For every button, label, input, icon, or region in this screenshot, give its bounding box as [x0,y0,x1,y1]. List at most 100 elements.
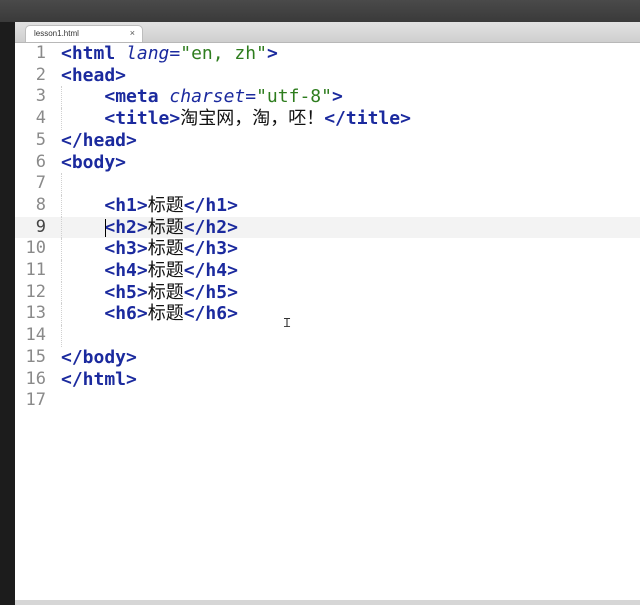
code-text: <meta charset="utf-8"> [61,86,343,108]
code-editor[interactable]: 1 <html lang="en, zh"> 2 <head> 3 <meta char… [15,43,640,600]
code-token: <meta [104,86,159,108]
code-line[interactable]: 3 <meta charset="utf-8"> [15,86,640,109]
code-token: > [331,86,343,108]
code-token: <head> [61,64,127,86]
code-line[interactable]: 7 [15,173,640,195]
code-token: = [245,86,257,108]
code-token: <html [61,43,116,64]
code-token: </h2> [183,216,238,238]
status-bar [15,600,640,605]
code-token: <h5> [104,281,148,303]
code-token: <body> [61,151,127,173]
code-line[interactable]: 4 <title>淘宝网，淘，呸！</title> [15,108,640,130]
code-token: 标题 [147,303,184,325]
line-number: 4 [35,108,46,129]
code-token: <h2> [104,216,148,238]
code-token: <h3> [104,238,148,260]
code-token: </html> [61,368,137,390]
tab-lesson1-html[interactable]: lesson1.html × [25,25,143,42]
code-line[interactable]: 15 </body> [15,347,640,369]
code-text: <h3>标题</h3> [61,238,238,260]
code-token: = [169,43,181,64]
code-token: </h3> [183,238,238,260]
code-line[interactable]: 14 [15,325,640,347]
line-number: 16 [25,368,46,389]
code-line[interactable]: 9 <h2>标题</h2> [15,216,640,239]
code-text: <head> [61,65,126,87]
code-token: </title> [324,108,411,130]
code-text: <h1>标题</h1> [61,195,238,217]
code-token: 淘宝网，淘，呸！ [180,108,325,130]
line-number: 9 [35,216,46,237]
code-text: <html lang="en, zh"> [61,43,278,65]
code-token: lang [126,43,170,64]
code-token: </body> [61,346,137,368]
indent-guide [61,173,63,195]
code-token: > [266,43,278,64]
code-token: </h4> [183,260,238,281]
tab-label: lesson1.html [34,29,79,38]
code-text: <title>淘宝网，淘，呸！</title> [61,108,411,130]
code-text: </head> [61,130,137,152]
code-text: <h4>标题</h4> [61,260,238,282]
code-token: 标题 [147,194,184,216]
code-line[interactable]: 6 <body> [15,152,640,174]
code-text: <body> [61,152,126,174]
code-line[interactable]: 11 <h4>标题</h4> [15,260,640,282]
text-caret [105,218,106,237]
code-text: </body> [61,347,137,369]
line-number: 6 [35,151,46,172]
line-number: 3 [35,86,46,107]
code-token: </h6> [183,303,238,325]
code-token: charset [169,86,246,108]
code-line[interactable]: 12 <h5>标题</h5> [15,281,640,304]
line-number: 8 [35,194,46,215]
line-number: 7 [35,173,46,194]
indent-guide [61,325,63,347]
line-number: 11 [25,260,46,280]
ibeam-cursor-icon: Ｉ [281,316,294,330]
line-number: 1 [35,43,46,63]
code-line[interactable]: 13 <h6>标题</h6> [15,303,640,326]
tab-bar: lesson1.html × [15,22,640,43]
code-token: 标题 [147,260,184,281]
line-number: 13 [25,303,46,324]
code-text: <h2>标题</h2> [61,217,238,239]
line-number: 17 [25,390,46,411]
code-line[interactable]: 10 <h3>标题</h3> [15,238,640,260]
code-token: <h4> [104,260,148,281]
code-line[interactable]: 17 [15,390,640,412]
line-number: 2 [35,64,46,85]
code-line[interactable]: 1 <html lang="en, zh"> [15,43,640,65]
code-text: <h6>标题</h6> [61,303,238,325]
window-title-bar [0,0,640,22]
code-token: 标题 [147,281,184,303]
line-number: 10 [25,238,46,259]
code-token: <h6> [104,303,148,325]
code-token: <h1> [104,194,148,216]
code-token: <title> [104,108,181,130]
code-token: 标题 [147,216,184,238]
editor-window: lesson1.html × 1 <html lang="en, zh"> 2 <he… [15,22,640,600]
code-line[interactable]: 2 <head> [15,65,640,87]
code-line[interactable]: 16 </html> [15,369,640,391]
code-line[interactable]: 8 <h1>标题</h1> [15,194,640,217]
code-token: </head> [61,129,137,151]
code-token: 标题 [147,238,184,260]
code-token: "utf-8" [256,86,332,108]
line-number: 5 [35,129,46,150]
line-number: 12 [25,281,46,302]
code-token: "en, zh" [180,43,267,64]
close-icon[interactable]: × [130,28,135,38]
code-line[interactable]: 5 </head> [15,130,640,152]
code-text: <h5>标题</h5> [61,282,238,304]
